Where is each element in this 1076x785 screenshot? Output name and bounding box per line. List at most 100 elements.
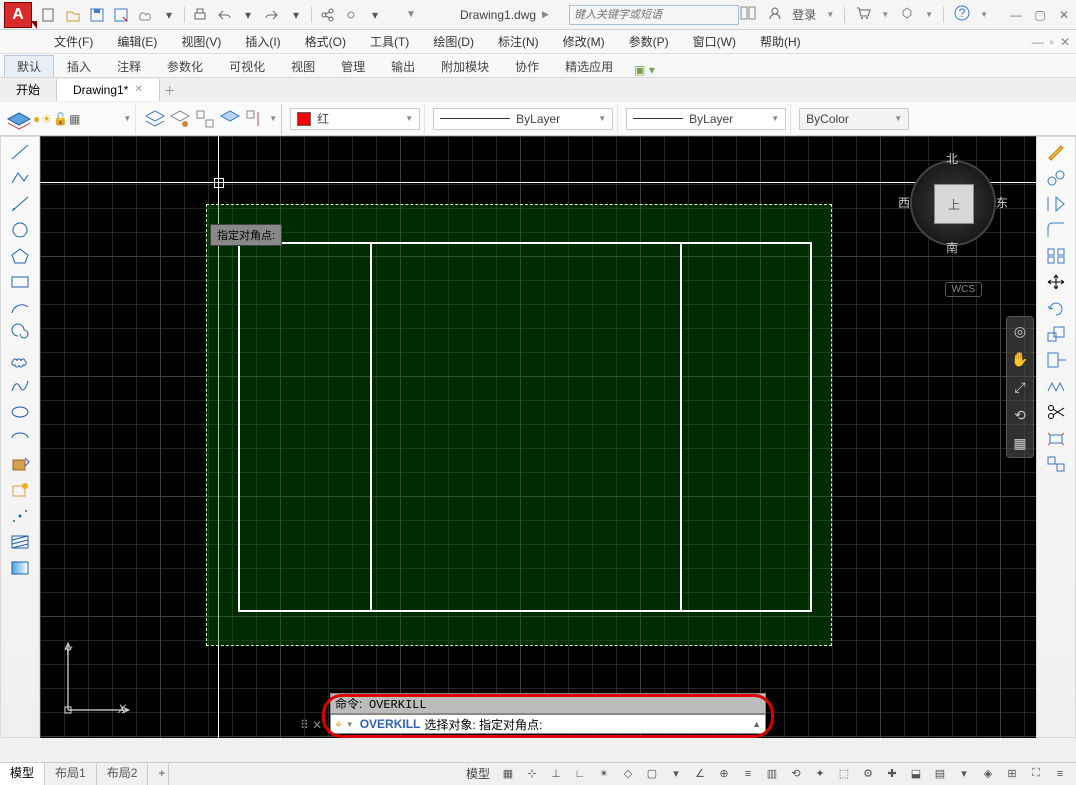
menu-insert[interactable]: 插入(I) xyxy=(235,31,290,53)
viewcube-east[interactable]: 东 xyxy=(996,194,1008,211)
spline-tool[interactable] xyxy=(7,375,33,397)
view-cube[interactable]: 上 北 南 西 东 xyxy=(898,148,1008,258)
zoom-extents-icon[interactable]: ⤢ xyxy=(1010,377,1030,397)
hardware-toggle[interactable]: ⊞ xyxy=(1002,765,1022,783)
menu-tools[interactable]: 工具(T) xyxy=(360,31,419,53)
close-button[interactable]: ✕ xyxy=(1056,8,1072,22)
snap-toggle[interactable]: ⊹ xyxy=(522,765,542,783)
infer-toggle[interactable]: ⊥ xyxy=(546,765,566,783)
ribbon-tab-parametric[interactable]: 参数化 xyxy=(154,55,216,77)
ellipse-arc-tool[interactable] xyxy=(7,427,33,449)
ribbon-tab-view[interactable]: 视图 xyxy=(278,55,328,77)
menu-view[interactable]: 视图(V) xyxy=(171,31,231,53)
minimize-button[interactable]: — xyxy=(1008,8,1024,22)
user-icon[interactable] xyxy=(768,6,782,23)
viewcube-south[interactable]: 南 xyxy=(946,239,958,256)
polyline-tool[interactable] xyxy=(7,167,33,189)
chevron-down-icon[interactable]: ▼ xyxy=(894,114,902,123)
ribbon-tab-annotate[interactable]: 注释 xyxy=(104,55,154,77)
infocenter-icon[interactable] xyxy=(740,6,758,23)
ribbon-tab-insert[interactable]: 插入 xyxy=(54,55,104,77)
ortho-toggle[interactable]: ∟ xyxy=(570,765,590,783)
lock-icon[interactable]: 🔓 xyxy=(53,112,68,126)
chevron-down-icon[interactable]: ▼ xyxy=(826,10,834,19)
chevron-down-icon[interactable]: ▼ xyxy=(881,10,889,19)
scissors-tool[interactable] xyxy=(1043,401,1069,423)
monitor-toggle[interactable]: ✚ xyxy=(882,765,902,783)
menu-modify[interactable]: 修改(M) xyxy=(553,31,615,53)
explode-tool[interactable] xyxy=(1043,427,1069,449)
chevron-down-icon[interactable]: ▾ xyxy=(160,6,178,24)
chevron-down-icon[interactable]: ▼ xyxy=(346,720,354,729)
dyn-input-toggle[interactable]: ⊕ xyxy=(714,765,734,783)
cloud-icon[interactable] xyxy=(136,6,154,24)
pencil-icon[interactable] xyxy=(1043,141,1069,163)
layer-match-icon[interactable] xyxy=(194,108,216,130)
customize-toggle[interactable]: ≡ xyxy=(1050,765,1070,783)
arc-tool[interactable] xyxy=(7,297,33,319)
share-icon[interactable] xyxy=(318,6,336,24)
lineweight-select[interactable]: ByLayer ▼ xyxy=(626,108,786,130)
insert-block-tool[interactable] xyxy=(7,453,33,475)
ribbon-expand-icon[interactable]: ▣ ▾ xyxy=(634,63,655,77)
isolate-toggle[interactable]: ◈ xyxy=(978,765,998,783)
qat-dropdown[interactable]: ▼ xyxy=(402,6,420,24)
workspace-toggle[interactable]: ⚙ xyxy=(858,765,878,783)
orbit-icon[interactable]: ⟲ xyxy=(1010,405,1030,425)
layer-states-icon[interactable] xyxy=(144,108,166,130)
otrack-toggle[interactable]: ∠ xyxy=(690,765,710,783)
chevron-down-icon[interactable]: ▾ xyxy=(366,6,384,24)
rectangle-tool[interactable] xyxy=(7,271,33,293)
layout1-tab[interactable]: 布局1 xyxy=(45,763,97,785)
gradient-tool[interactable] xyxy=(7,557,33,579)
rotate-tool[interactable] xyxy=(1043,297,1069,319)
search-input[interactable] xyxy=(570,9,738,21)
save-icon[interactable] xyxy=(88,6,106,24)
viewcube-top-face[interactable]: 上 xyxy=(934,184,974,224)
command-expand-icon[interactable]: ▲ xyxy=(752,719,761,729)
isodraft-toggle[interactable]: ◇ xyxy=(618,765,638,783)
polygon-tool[interactable] xyxy=(7,245,33,267)
extend-tool[interactable] xyxy=(1043,375,1069,397)
doc-tab-start[interactable]: 开始 xyxy=(0,79,57,101)
command-line[interactable]: ⌖ ▼ OVERKILL 选择对象: 指定对角点: ▲ xyxy=(330,714,766,734)
ribbon-tab-featured[interactable]: 精选应用 xyxy=(552,55,626,77)
units-toggle[interactable]: ⬓ xyxy=(906,765,926,783)
quickprops-toggle[interactable]: ▤ xyxy=(930,765,950,783)
layer-status-icons[interactable]: ● ☀ 🔓 ▦ xyxy=(33,112,80,126)
wcs-label[interactable]: WCS xyxy=(945,282,982,297)
pan-icon[interactable]: ✋ xyxy=(1010,349,1030,369)
command-handle[interactable]: ⠿ ✕ xyxy=(300,718,322,732)
print-icon[interactable] xyxy=(191,6,209,24)
doc-dropdown-icon[interactable]: ▶ xyxy=(542,9,549,20)
new-icon[interactable] xyxy=(40,6,58,24)
link-icon[interactable] xyxy=(342,6,360,24)
showmotion-icon[interactable]: ▦ xyxy=(1010,433,1030,453)
print-layer-icon[interactable]: ▦ xyxy=(69,112,80,126)
move-tool[interactable] xyxy=(1043,271,1069,293)
plotstyle-select[interactable]: ByColor ▼ xyxy=(799,108,909,130)
steering-wheel-icon[interactable]: ◎ xyxy=(1010,321,1030,341)
osnap-toggle[interactable]: ▢ xyxy=(642,765,662,783)
array-tool[interactable] xyxy=(1043,245,1069,267)
new-tab-button[interactable]: ＋ xyxy=(160,82,180,99)
trim-tool[interactable] xyxy=(1043,349,1069,371)
saveas-icon[interactable] xyxy=(112,6,130,24)
menu-window[interactable]: 窗口(W) xyxy=(683,31,746,53)
point-tool[interactable] xyxy=(7,505,33,527)
layout2-tab[interactable]: 布局2 xyxy=(97,763,149,785)
ribbon-tab-collaborate[interactable]: 协作 xyxy=(502,55,552,77)
chevron-down-icon[interactable]: ▼ xyxy=(269,114,277,123)
doc-close-icon[interactable]: ✕ xyxy=(1060,35,1070,49)
viewcube-west[interactable]: 西 xyxy=(898,194,910,211)
chevron-down-icon[interactable]: ▼ xyxy=(598,114,606,123)
viewcube-north[interactable]: 北 xyxy=(946,150,958,167)
maximize-button[interactable]: ▢ xyxy=(1032,8,1048,22)
doc-minimize-icon[interactable]: — xyxy=(1032,35,1044,49)
menu-help[interactable]: 帮助(H) xyxy=(750,31,811,53)
doc-restore-icon[interactable]: ▫ xyxy=(1050,35,1054,49)
chevron-down-icon[interactable]: ▾ xyxy=(239,6,257,24)
ellipse-tool[interactable] xyxy=(7,401,33,423)
menu-dimension[interactable]: 标注(N) xyxy=(488,31,549,53)
polar-toggle[interactable]: ✴ xyxy=(594,765,614,783)
